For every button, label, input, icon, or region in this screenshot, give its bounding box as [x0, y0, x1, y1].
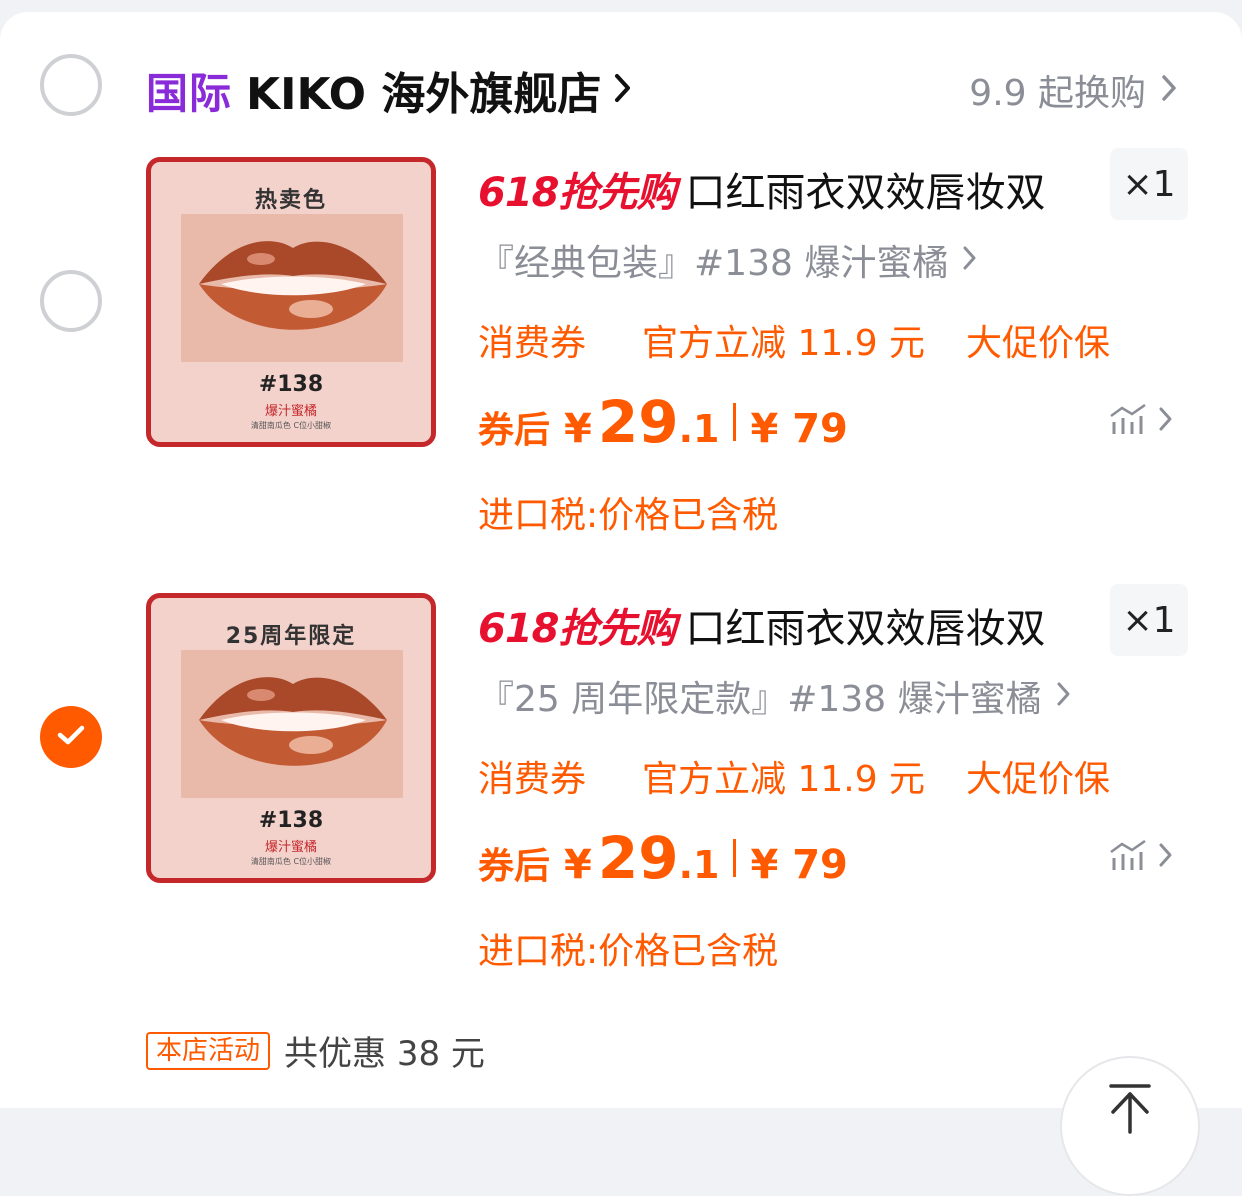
sku-text: 『经典包装』#138 爆汁蜜橘	[478, 243, 949, 284]
product-title: 口红雨衣双效唇妆双	[685, 606, 1046, 652]
store-activity-tag: 本店活动	[146, 1031, 271, 1070]
promo-official-discount: 官方立减 11.9 元	[642, 323, 926, 364]
store-activity-text: 共优惠 38 元	[284, 1034, 485, 1074]
price-trend-icon	[1108, 402, 1148, 440]
thumb-shade-name: 爆汁蜜橘	[264, 404, 317, 419]
back-to-top-icon	[1105, 1082, 1155, 1138]
store-name: KIKO 海外旗舰店	[246, 69, 602, 120]
price-row: 券后 ¥ 29 .1 ¥ 79	[478, 824, 848, 892]
back-to-top-button[interactable]	[1060, 1056, 1200, 1196]
price-label: 券后	[478, 846, 551, 887]
thumb-shade-code: #138	[258, 808, 324, 833]
price-divider	[733, 403, 737, 441]
price-trend-button[interactable]	[1108, 402, 1174, 440]
product-title-row[interactable]: 618抢先购 口红雨衣双效唇妆双	[478, 596, 1046, 654]
thumb-description: 清甜南瓜色 C位小甜椒	[250, 421, 332, 430]
item-select-radio[interactable]	[40, 270, 102, 332]
price-integer: 29	[597, 824, 679, 892]
quantity-box[interactable]: ×1	[1110, 148, 1188, 220]
item-select-radio-checked[interactable]	[40, 706, 102, 768]
chevron-right-icon	[1158, 841, 1174, 873]
thumb-shade-code: #138	[258, 372, 324, 397]
chevron-right-icon	[962, 244, 978, 276]
sku-selector[interactable]: 『经典包装』#138 爆汁蜜橘	[478, 234, 978, 286]
product-title-row[interactable]: 618抢先购 口红雨衣双效唇妆双	[478, 160, 1046, 218]
store-header[interactable]: 国际 KIKO 海外旗舰店	[146, 58, 633, 122]
chevron-right-icon	[613, 71, 633, 109]
store-select-radio[interactable]	[40, 54, 102, 116]
promo-official-discount: 官方立减 11.9 元	[642, 759, 926, 800]
store-promo-link[interactable]: 9.9 起换购	[969, 64, 1178, 116]
original-price: ¥ 79	[750, 406, 848, 452]
quantity-box[interactable]: ×1	[1110, 584, 1188, 656]
thumb-title: 热卖色	[254, 188, 327, 213]
import-tax-note: 进口税:价格已含税	[478, 495, 779, 536]
import-tax-note: 进口税:价格已含税	[478, 931, 779, 972]
price-trend-button[interactable]	[1108, 838, 1174, 876]
price-integer: 29	[597, 388, 679, 456]
product-thumbnail[interactable]: 25周年限定 #138 爆汁蜜橘 清甜南瓜色 C位小甜椒	[146, 593, 436, 883]
promo-price-protection: 大促价保	[966, 759, 1111, 800]
price-row: 券后 ¥ 29 .1 ¥ 79	[478, 388, 848, 456]
promo-coupon: 消费券	[478, 323, 587, 364]
product-thumbnail[interactable]: 热卖色 #138 爆汁蜜橘 清甜南瓜色 C位小甜椒	[146, 157, 436, 447]
price-trend-icon	[1108, 838, 1148, 876]
chevron-right-icon	[1158, 405, 1174, 437]
price-decimal: .1	[678, 843, 720, 887]
sku-selector[interactable]: 『25 周年限定款』#138 爆汁蜜橘	[478, 670, 1072, 722]
lips-photo	[181, 650, 403, 798]
price-divider	[733, 839, 737, 877]
store-activity-row[interactable]: 本店活动 共优惠 38 元	[146, 1026, 485, 1075]
lips-photo	[181, 214, 403, 362]
promo-coupon: 消费券	[478, 759, 587, 800]
chevron-right-icon	[1056, 680, 1072, 712]
promo-618-badge: 618抢先购	[478, 606, 676, 652]
price-label: 券后	[478, 410, 551, 451]
thumb-description: 清甜南瓜色 C位小甜椒	[250, 857, 332, 866]
thumb-shade-name: 爆汁蜜橘	[264, 840, 317, 855]
promo-price-protection: 大促价保	[966, 323, 1111, 364]
price-decimal: .1	[678, 407, 720, 451]
sku-text: 『25 周年限定款』#138 爆汁蜜橘	[478, 679, 1042, 720]
product-title: 口红雨衣双效唇妆双	[685, 170, 1046, 216]
price-currency: ¥	[564, 406, 592, 452]
price-currency: ¥	[564, 842, 592, 888]
promo-link-text: 9.9 起换购	[969, 73, 1146, 114]
thumb-title: 25周年限定	[225, 624, 357, 649]
chevron-right-icon	[1160, 73, 1178, 107]
store-region-tag: 国际	[146, 68, 233, 118]
original-price: ¥ 79	[750, 842, 848, 888]
promo-618-badge: 618抢先购	[478, 170, 676, 216]
checkmark-icon	[56, 723, 86, 751]
